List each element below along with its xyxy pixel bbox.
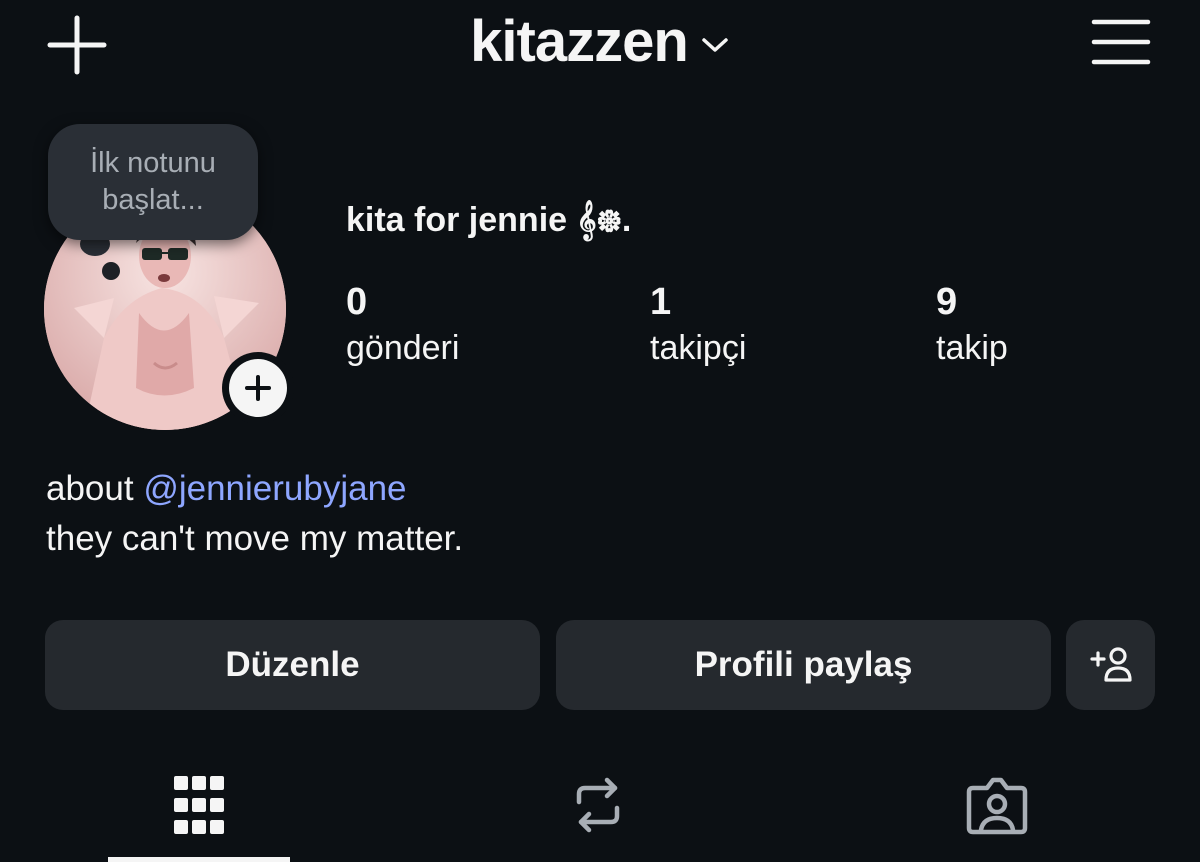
- stat-posts-count: 0: [346, 281, 368, 323]
- menu-button[interactable]: [1090, 16, 1152, 68]
- stat-followers-count: 1: [650, 281, 672, 323]
- note-bubble[interactable]: İlk notunu başlat...: [48, 124, 258, 240]
- grid-icon: [174, 776, 224, 834]
- bio-prefix: about: [46, 469, 144, 508]
- stat-followers[interactable]: 1 takipçi: [650, 280, 746, 370]
- plus-icon: [245, 375, 271, 401]
- display-name: kita for jennie 𝄞᪥.: [346, 201, 632, 239]
- tab-reposts[interactable]: [563, 770, 633, 840]
- note-placeholder: İlk notunu başlat...: [90, 147, 216, 216]
- bio-line-2: they can't move my matter.: [46, 519, 464, 558]
- tab-posts-grid[interactable]: [164, 770, 234, 840]
- tab-tagged[interactable]: [962, 770, 1032, 840]
- share-profile-label: Profili paylaş: [694, 645, 913, 684]
- stat-following-label: takip: [936, 329, 1008, 367]
- repost-icon: [576, 777, 620, 833]
- stat-following[interactable]: 9 takip: [936, 280, 1008, 370]
- bio: about @jennierubyjane they can't move my…: [46, 464, 463, 564]
- bio-mention-link[interactable]: @jennierubyjane: [143, 469, 406, 508]
- account-switcher[interactable]: kitazzen: [470, 8, 730, 75]
- add-person-icon: [1089, 647, 1132, 682]
- chevron-down-icon: [702, 37, 728, 52]
- share-profile-button[interactable]: Profili paylaş: [556, 620, 1051, 710]
- hamburger-menu-icon: [1091, 19, 1151, 65]
- discover-people-button[interactable]: [1066, 620, 1155, 710]
- stat-posts-label: gönderi: [346, 329, 460, 367]
- stat-following-count: 9: [936, 281, 958, 323]
- active-tab-indicator: [108, 857, 290, 862]
- add-story-button[interactable]: [222, 352, 294, 424]
- note-bubble-tail-dot: [102, 262, 120, 280]
- edit-profile-label: Düzenle: [225, 645, 360, 684]
- username: kitazzen: [470, 9, 689, 74]
- tagged-icon: [966, 777, 1028, 835]
- edit-profile-button[interactable]: Düzenle: [45, 620, 540, 710]
- bio-line-1: about @jennierubyjane: [46, 464, 463, 514]
- stat-posts[interactable]: 0 gönderi: [346, 280, 459, 370]
- top-bar: kitazzen: [0, 0, 1200, 95]
- stat-followers-label: takipçi: [650, 329, 747, 367]
